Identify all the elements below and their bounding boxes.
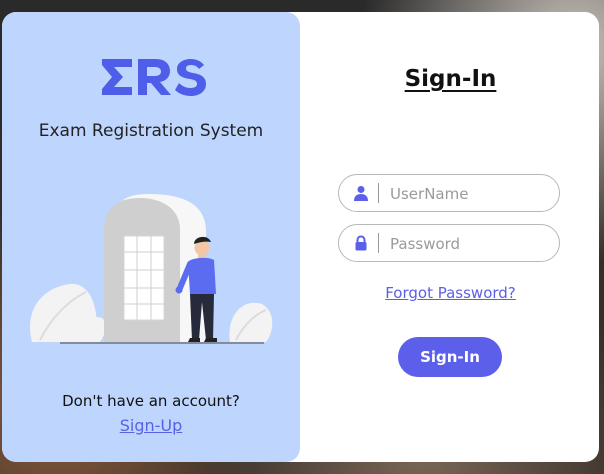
page-title: Sign-In — [404, 66, 497, 92]
no-account-text: Don't have an account? — [62, 392, 240, 410]
field-divider — [378, 183, 379, 203]
forgot-password-link[interactable]: Forgot Password? — [302, 284, 599, 302]
ers-logo — [102, 59, 206, 96]
brand-panel: Exam Registration System Don't have an a… — [2, 12, 300, 462]
door-illustration — [30, 194, 273, 344]
username-input[interactable] — [388, 180, 552, 208]
lock-icon — [355, 235, 367, 251]
login-card: Exam Registration System Don't have an a… — [2, 12, 599, 462]
app-tagline: Exam Registration System — [38, 121, 264, 141]
password-field[interactable] — [338, 224, 560, 262]
username-field[interactable] — [338, 174, 560, 212]
signup-link[interactable]: Sign-Up — [2, 416, 300, 435]
signin-button[interactable]: Sign-In — [398, 337, 502, 377]
user-icon — [354, 186, 368, 201]
field-divider — [378, 233, 379, 253]
password-input[interactable] — [388, 230, 552, 258]
